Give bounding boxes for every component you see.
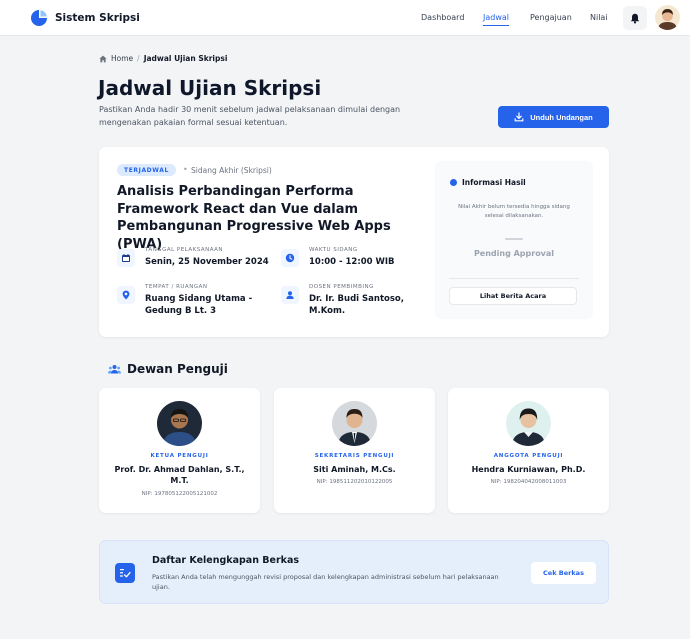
breadcrumb: Home / Jadwal Ujian Skripsi (99, 54, 227, 63)
checklist-icon-wrap (115, 563, 135, 583)
page-subtitle: Pastikan Anda hadir 30 menit sebelum jad… (99, 105, 401, 127)
result-title: Informasi Hasil (462, 178, 526, 187)
date-value: Senin, 25 November 2024 (145, 257, 269, 267)
result-divider (449, 278, 579, 279)
status-badge: TERJADWAL (117, 164, 176, 176)
location-pin-icon (122, 290, 130, 300)
examiner-name: Hendra Kurniawan, Ph.D. (471, 465, 586, 474)
top-navbar: Sistem Skripsi Dashboard Jadwal Pengajua… (0, 0, 690, 36)
examiner-portrait (332, 401, 377, 446)
group-icon (108, 365, 121, 374)
home-icon (99, 55, 107, 62)
committee-section-title: Dewan Penguji (108, 362, 228, 376)
documents-checklist-card: Daftar Kelengkapan Berkas Pastikan Anda … (99, 540, 609, 604)
place-icon-wrap (117, 286, 135, 304)
committee-title: Dewan Penguji (127, 362, 228, 376)
date-label: TANGGAL PELAKSANAAN (145, 247, 224, 253)
breadcrumb-home[interactable]: Home (111, 54, 133, 63)
checklist-icon (120, 569, 131, 578)
app-name: Sistem Skripsi (55, 12, 140, 24)
result-status: Pending Approval (473, 249, 555, 258)
breadcrumb-separator: / (137, 54, 140, 63)
documents-title: Daftar Kelengkapan Berkas (152, 555, 300, 566)
separator-dot: • (183, 165, 188, 174)
examiner-name: Siti Aminah, M.Cs. (313, 465, 396, 474)
examiner-nip: NIP: 197805122005121002 (141, 491, 218, 497)
nav-dashboard[interactable]: Dashboard (421, 13, 464, 22)
exam-stage: Sidang Akhir (Skripsi) (191, 166, 272, 175)
person-icon (286, 291, 294, 299)
info-place: TEMPAT / RUANGAN Ruang Sidang Utama - Ge… (117, 284, 277, 317)
examiner-name: Prof. Dr. Ahmad Dahlan, S.T., M.T. (114, 465, 245, 485)
examiner-card-chair: KETUA PENGUJI Prof. Dr. Ahmad Dahlan, S.… (99, 388, 260, 513)
place-value: Ruang Sidang Utama - Gedung B Lt. 3 (145, 294, 253, 316)
nav-nilai[interactable]: Nilai (590, 13, 608, 22)
examiner-photo (506, 401, 551, 446)
date-icon-wrap (117, 249, 135, 267)
view-minutes-button[interactable]: Lihat Berita Acara (449, 287, 577, 305)
nav-jadwal[interactable]: Jadwal (483, 13, 510, 26)
examiner-card-member: ANGGOTA PENGUJI Hendra Kurniawan, Ph.D. … (448, 388, 609, 513)
user-avatar[interactable] (655, 5, 680, 30)
examiner-role: ANGGOTA PENGUJI (493, 453, 564, 459)
bell-icon (630, 13, 640, 23)
result-note: Nilai Akhir belum tersedia hingga sidang… (458, 204, 570, 219)
result-placeholder-dash (505, 238, 523, 240)
result-info-panel: Informasi Hasil Nilai Akhir belum tersed… (435, 161, 593, 319)
notifications-button[interactable] (623, 6, 647, 30)
clock-icon (285, 253, 295, 263)
breadcrumb-current: Jadwal Ujian Skripsi (143, 54, 228, 63)
info-dot-icon (450, 179, 457, 186)
user-avatar-image (655, 5, 680, 30)
place-label: TEMPAT / RUANGAN (145, 284, 208, 290)
examiner-card-secretary: SEKRETARIS PENGUJI Siti Aminah, M.Cs. NI… (274, 388, 435, 513)
logo-icon (31, 10, 47, 26)
info-time: WAKTU SIDANG 10:00 - 12:00 WIB (281, 247, 431, 268)
brand[interactable]: Sistem Skripsi (30, 9, 140, 27)
documents-description: Pastikan Anda telah mengunggah revisi pr… (152, 573, 499, 591)
advisor-icon-wrap (281, 286, 299, 304)
page-title: Jadwal Ujian Skripsi (98, 76, 322, 100)
time-label: WAKTU SIDANG (309, 247, 358, 253)
download-icon (514, 112, 524, 122)
advisor-label: DOSEN PEMBIMBING (309, 284, 374, 290)
examiner-photo (157, 401, 202, 446)
examiner-role: SEKRETARIS PENGUJI (314, 453, 395, 459)
download-invitation-button[interactable]: Unduh Undangan (498, 106, 609, 128)
exam-details-card: TERJADWAL • Sidang Akhir (Skripsi) Anali… (99, 147, 609, 337)
nav-pengajuan[interactable]: Pengajuan (530, 13, 572, 22)
info-advisor: DOSEN PEMBIMBING Dr. Ir. Budi Santoso, M… (281, 284, 431, 317)
download-invitation-label: Unduh Undangan (530, 112, 593, 122)
examiner-portrait (157, 401, 202, 446)
examiner-nip: NIP: 198511202010122005 (316, 479, 393, 485)
thesis-title: Analisis Perbandingan Performa Framework… (117, 184, 391, 252)
calendar-icon (122, 254, 130, 262)
info-date: TANGGAL PELAKSANAAN Senin, 25 November 2… (117, 247, 277, 268)
examiner-photo (332, 401, 377, 446)
examiner-role: KETUA PENGUJI (150, 453, 209, 459)
time-value: 10:00 - 12:00 WIB (309, 257, 395, 267)
examiner-nip: NIP: 198204042008011003 (490, 479, 567, 485)
examiner-portrait (506, 401, 551, 446)
time-icon-wrap (281, 249, 299, 267)
advisor-value: Dr. Ir. Budi Santoso, M.Kom. (309, 294, 404, 316)
check-files-button[interactable]: Cek Berkas (531, 562, 596, 584)
result-header: Informasi Hasil (450, 178, 526, 187)
